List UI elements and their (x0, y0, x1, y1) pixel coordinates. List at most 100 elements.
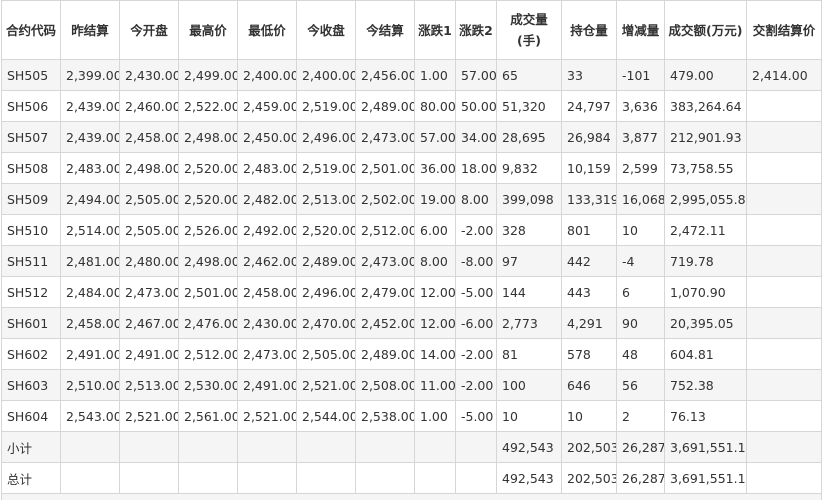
cell-turnover: 383,264.64 (665, 91, 747, 122)
cell-prev-settlement: 2,439.00 (61, 91, 120, 122)
cell-delivery-price (747, 246, 822, 277)
cell-oi-change: 6 (617, 277, 665, 308)
cell-settlement: 2,501.00 (356, 153, 415, 184)
cell-change2: -5.00 (456, 277, 497, 308)
cell-contract-code: SH604 (2, 401, 61, 432)
cell-open: 2,491.00 (120, 339, 179, 370)
cell-close: 2,520.00 (297, 215, 356, 246)
cell-delivery-price (747, 308, 822, 339)
cell-change2 (456, 463, 497, 494)
cell-settlement: 2,489.00 (356, 91, 415, 122)
cell-change1 (415, 463, 456, 494)
cell-turnover: 76.13 (665, 401, 747, 432)
cell-prev-settlement (61, 432, 120, 463)
column-header-high: 最高价 (179, 1, 238, 60)
cell-low: 2,400.00 (238, 60, 297, 91)
cell-change1: 11.00 (415, 370, 456, 401)
cell-change2: 50.00 (456, 91, 497, 122)
cell-oi-change: 26,287 (617, 463, 665, 494)
cell-turnover: 212,901.93 (665, 122, 747, 153)
table-row: SH5122,484.002,473.002,501.002,458.002,4… (2, 277, 822, 308)
column-header-volume: 成交量(手) (497, 1, 562, 60)
cell-oi-change: 3,877 (617, 122, 665, 153)
column-header-low: 最低价 (238, 1, 297, 60)
cell-low (238, 432, 297, 463)
cell-close: 2,400.00 (297, 60, 356, 91)
cell-high: 2,530.00 (179, 370, 238, 401)
cell-close: 2,521.00 (297, 370, 356, 401)
cell-open (120, 463, 179, 494)
cell-delivery-price (747, 153, 822, 184)
cell-open-interest: 33 (562, 60, 617, 91)
cell-close: 2,496.00 (297, 277, 356, 308)
cell-turnover: 719.78 (665, 246, 747, 277)
table-row: SH5072,439.002,458.002,498.002,450.002,4… (2, 122, 822, 153)
cell-oi-change: 56 (617, 370, 665, 401)
cell-settlement: 2,489.00 (356, 339, 415, 370)
cell-oi-change: 90 (617, 308, 665, 339)
cell-turnover: 2,995,055.88 (665, 184, 747, 215)
cell-open: 2,505.00 (120, 215, 179, 246)
cell-settlement: 2,473.00 (356, 246, 415, 277)
cell-prev-settlement: 2,543.00 (61, 401, 120, 432)
cell-delivery-price (747, 463, 822, 494)
cell-contract-code: SH508 (2, 153, 61, 184)
cell-close: 2,496.00 (297, 122, 356, 153)
table-row-partial (2, 494, 822, 500)
cell-volume: 10 (497, 401, 562, 432)
cell-contract-code: SH512 (2, 277, 61, 308)
column-header-delivery-price: 交割结算价 (747, 1, 822, 60)
cell-turnover: 73,758.55 (665, 153, 747, 184)
table-row: SH6012,458.002,467.002,476.002,430.002,4… (2, 308, 822, 339)
cell-open-interest: 801 (562, 215, 617, 246)
cell-delivery-price: 2,414.00 (747, 60, 822, 91)
column-header-open-interest: 持仓量 (562, 1, 617, 60)
cell-volume: 100 (497, 370, 562, 401)
table-body: SH5052,399.002,430.002,499.002,400.002,4… (2, 60, 822, 500)
cell-oi-change: 2,599 (617, 153, 665, 184)
cell-delivery-price (747, 401, 822, 432)
cell-change1: 19.00 (415, 184, 456, 215)
cell-turnover: 20,395.05 (665, 308, 747, 339)
cell-high: 2,501.00 (179, 277, 238, 308)
cell-open-interest: 646 (562, 370, 617, 401)
cell-low: 2,482.00 (238, 184, 297, 215)
cell-delivery-price (747, 370, 822, 401)
cell-change2: 57.00 (456, 60, 497, 91)
cell-close: 2,470.00 (297, 308, 356, 339)
cell-turnover: 752.38 (665, 370, 747, 401)
table-row: SH5102,514.002,505.002,526.002,492.002,5… (2, 215, 822, 246)
cell-open-interest: 442 (562, 246, 617, 277)
cell-high: 2,526.00 (179, 215, 238, 246)
cell-close: 2,505.00 (297, 339, 356, 370)
cell-open-interest: 202,503 (562, 432, 617, 463)
cell-volume: 9,832 (497, 153, 562, 184)
cell-high: 2,512.00 (179, 339, 238, 370)
cell-prev-settlement (61, 463, 120, 494)
cell-change1: 57.00 (415, 122, 456, 153)
cell-volume: 97 (497, 246, 562, 277)
cell-change1 (415, 432, 456, 463)
cell-volume: 144 (497, 277, 562, 308)
cell-low: 2,492.00 (238, 215, 297, 246)
cell-turnover: 479.00 (665, 60, 747, 91)
cell-high: 2,498.00 (179, 122, 238, 153)
cell-oi-change: -4 (617, 246, 665, 277)
column-header-settlement: 今结算 (356, 1, 415, 60)
table-row: SH6042,543.002,521.002,561.002,521.002,5… (2, 401, 822, 432)
cell-delivery-price (747, 339, 822, 370)
cell-high (179, 463, 238, 494)
cell-open: 2,513.00 (120, 370, 179, 401)
cell-contract-code: SH603 (2, 370, 61, 401)
table-row-partial-cell (2, 494, 822, 500)
cell-volume: 65 (497, 60, 562, 91)
cell-settlement: 2,456.00 (356, 60, 415, 91)
cell-delivery-price (747, 122, 822, 153)
cell-contract-code: SH602 (2, 339, 61, 370)
column-header-prev-settlement: 昨结算 (61, 1, 120, 60)
cell-settlement (356, 432, 415, 463)
cell-contract-code: SH511 (2, 246, 61, 277)
cell-volume: 399,098 (497, 184, 562, 215)
column-header-oi-change: 增减量 (617, 1, 665, 60)
cell-contract-code: SH505 (2, 60, 61, 91)
